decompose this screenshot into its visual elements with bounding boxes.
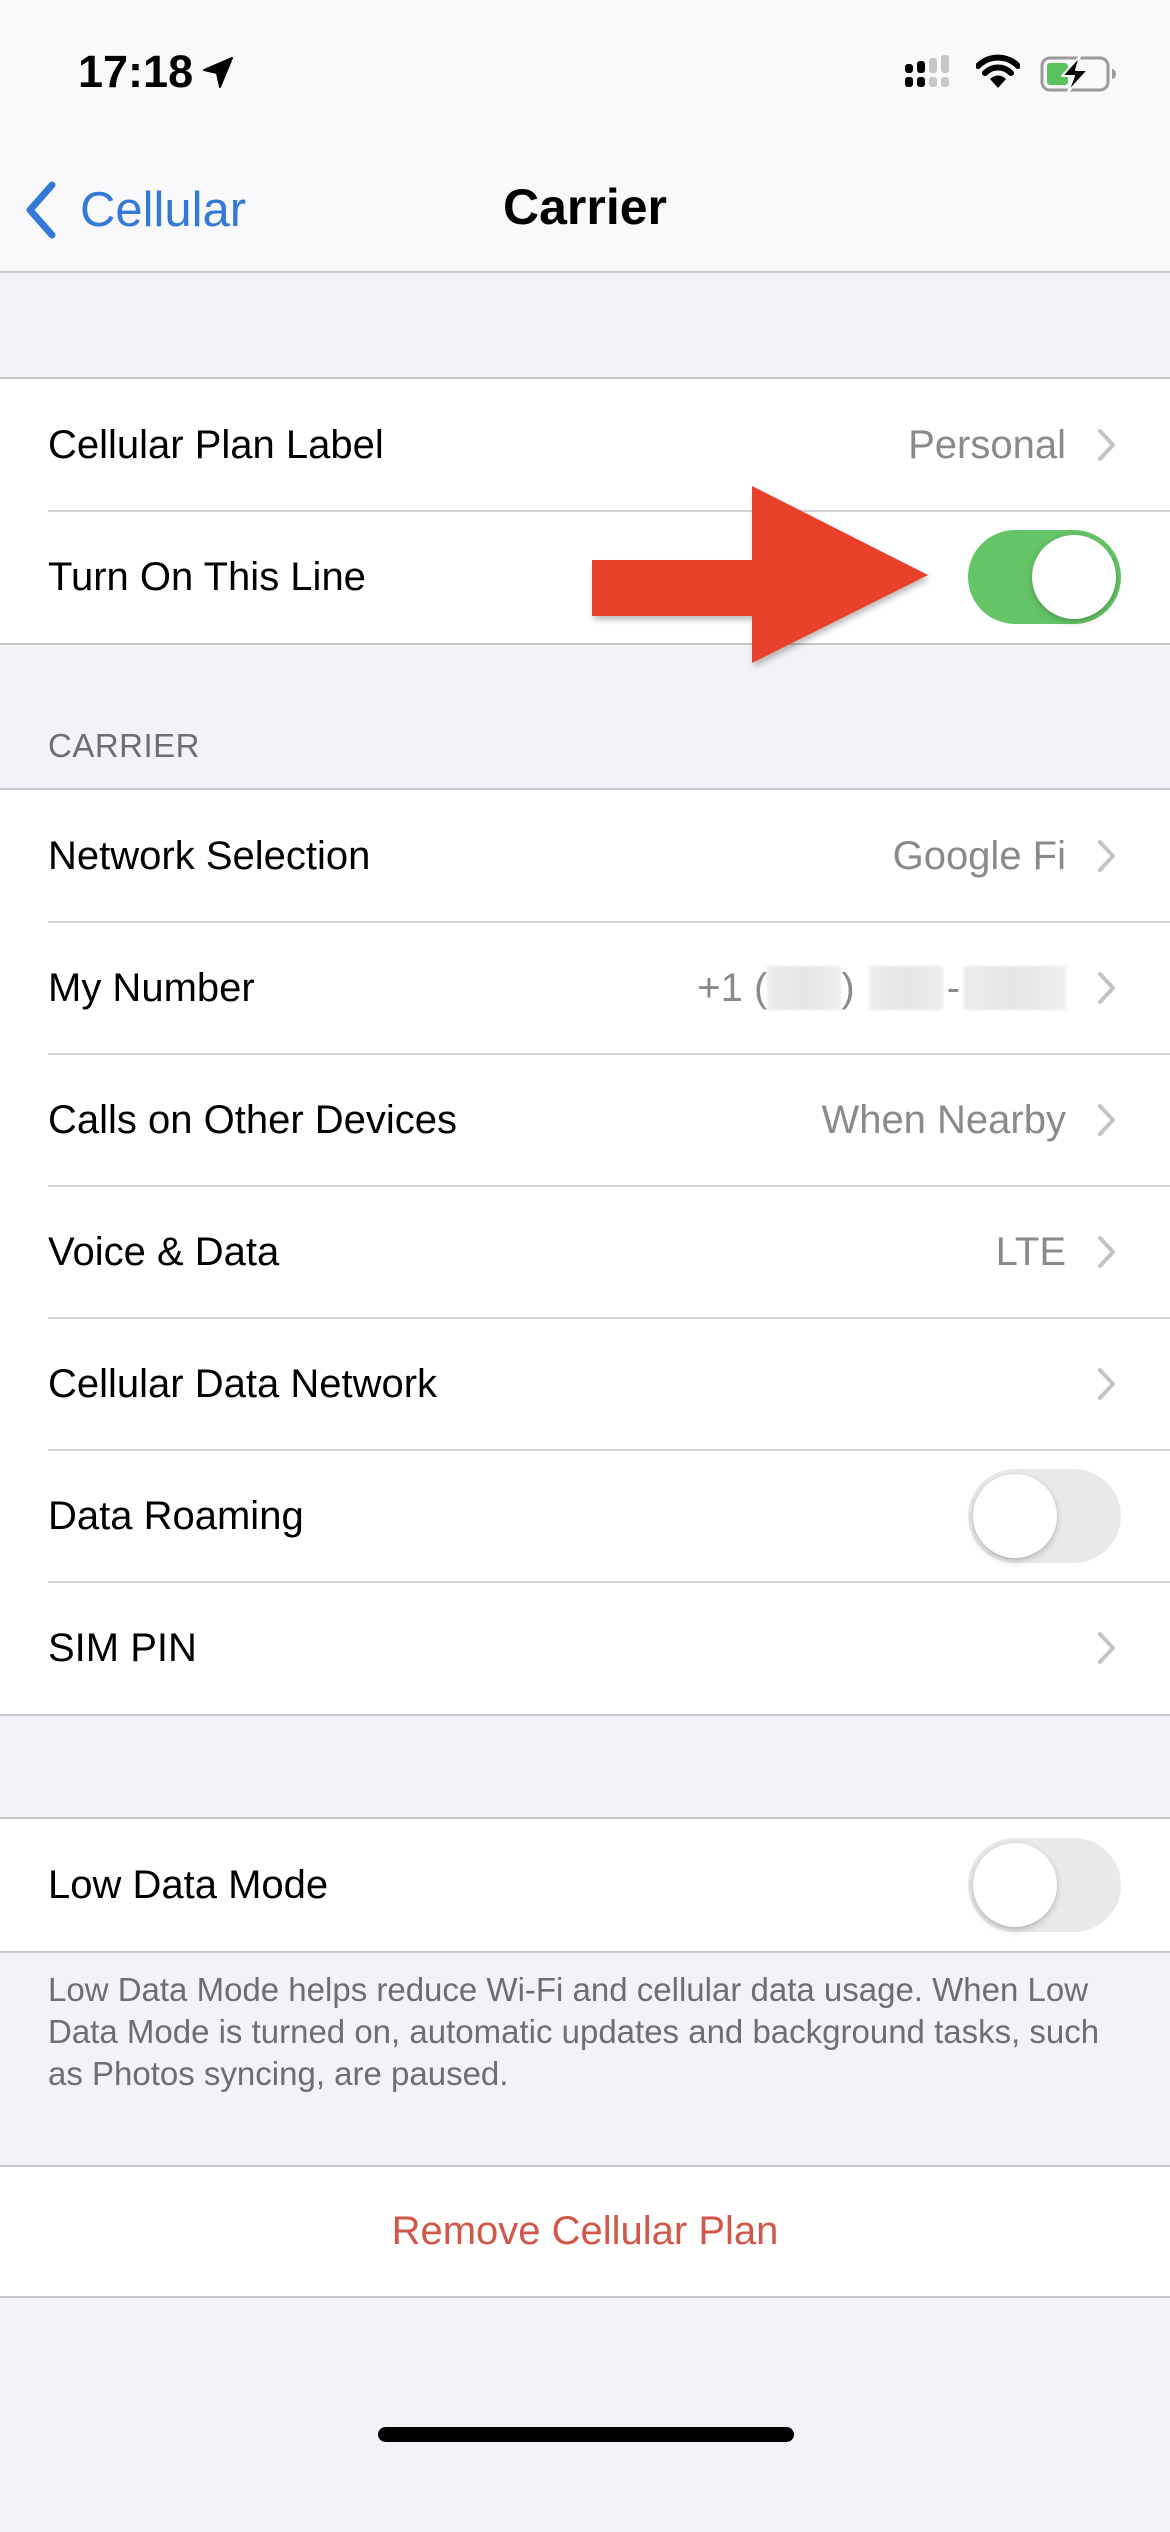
location-arrow-icon [203, 57, 233, 88]
row-value: Google Fi [892, 833, 1066, 878]
row-label: Data Roaming [48, 1493, 304, 1538]
row-value: When Nearby [821, 1097, 1066, 1142]
row-label: SIM PIN [48, 1625, 197, 1670]
low-data-group: Low Data Mode [0, 1817, 1170, 1953]
row-low-data-mode: Low Data Mode [0, 1819, 1170, 1951]
turn-on-this-line-toggle[interactable] [968, 530, 1121, 624]
wifi-icon [976, 54, 1020, 88]
dual-sim-signal-icon [905, 55, 949, 87]
page-title: Carrier [503, 179, 667, 235]
chevron-right-icon [1098, 1104, 1115, 1136]
row-voice-and-data[interactable]: Voice & Data LTE [0, 1185, 1170, 1318]
row-cellular-plan-label[interactable]: Cellular Plan Label Personal [0, 379, 1170, 511]
carrier-settings-screen: 17:18 Cellular Carrier Cellular Plan Lab… [0, 0, 1170, 2532]
row-label: My Number [48, 965, 255, 1010]
remove-plan-group: Remove Cellular Plan [0, 2165, 1170, 2298]
row-data-roaming: Data Roaming [0, 1449, 1170, 1582]
row-label: Turn On This Line [48, 554, 366, 599]
toggle-knob [973, 1474, 1057, 1558]
carrier-group: Network Selection Google Fi My Number +1… [0, 788, 1170, 1716]
chevron-right-icon [1098, 1368, 1115, 1400]
row-network-selection[interactable]: Network Selection Google Fi [0, 790, 1170, 922]
row-value: LTE [995, 1229, 1066, 1274]
remove-cellular-plan-label: Remove Cellular Plan [391, 2209, 779, 2253]
chevron-right-icon [1098, 1236, 1115, 1268]
navigation-bar: 17:18 Cellular Carrier [0, 0, 1170, 273]
status-time: 17:18 [78, 46, 194, 97]
redacted-exchange [868, 966, 943, 1010]
plan-group: Cellular Plan Label Personal Turn On Thi… [0, 377, 1170, 645]
row-label: Cellular Data Network [48, 1361, 438, 1406]
row-sim-pin[interactable]: SIM PIN [0, 1581, 1170, 1714]
chevron-right-icon [1098, 429, 1115, 461]
toggle-knob [973, 1843, 1057, 1927]
row-my-number[interactable]: My Number +1 ( ) - [0, 921, 1170, 1054]
redacted-area-code [767, 966, 842, 1010]
phone-number-value: +1 ( ) - [697, 966, 1066, 1011]
row-calls-on-other-devices[interactable]: Calls on Other Devices When Nearby [0, 1053, 1170, 1186]
low-data-mode-toggle[interactable] [968, 1838, 1121, 1932]
row-value: Personal [908, 422, 1066, 467]
battery-charging-icon [1040, 55, 1116, 93]
row-label: Cellular Plan Label [48, 422, 384, 467]
row-label: Voice & Data [48, 1229, 280, 1274]
home-indicator[interactable] [378, 2427, 794, 2442]
low-data-mode-footer: Low Data Mode helps reduce Wi-Fi and cel… [48, 1971, 1100, 2092]
chevron-right-icon [1098, 840, 1115, 872]
phone-dash: - [946, 965, 960, 1010]
row-label: Low Data Mode [48, 1862, 329, 1907]
phone-prefix: +1 ( [697, 965, 768, 1010]
redacted-line-number [964, 966, 1066, 1010]
row-cellular-data-network[interactable]: Cellular Data Network [0, 1317, 1170, 1450]
remove-cellular-plan-button[interactable]: Remove Cellular Plan [0, 2167, 1170, 2296]
row-label: Calls on Other Devices [48, 1097, 458, 1142]
toggle-knob [1032, 535, 1116, 619]
phone-paren: ) [841, 965, 855, 1010]
row-turn-on-this-line: Turn On This Line [0, 510, 1170, 643]
row-label: Network Selection [48, 833, 371, 878]
chevron-right-icon [1098, 972, 1115, 1004]
section-header-carrier: CARRIER [48, 727, 201, 764]
chevron-right-icon [1098, 1632, 1115, 1664]
data-roaming-toggle[interactable] [968, 1469, 1121, 1563]
